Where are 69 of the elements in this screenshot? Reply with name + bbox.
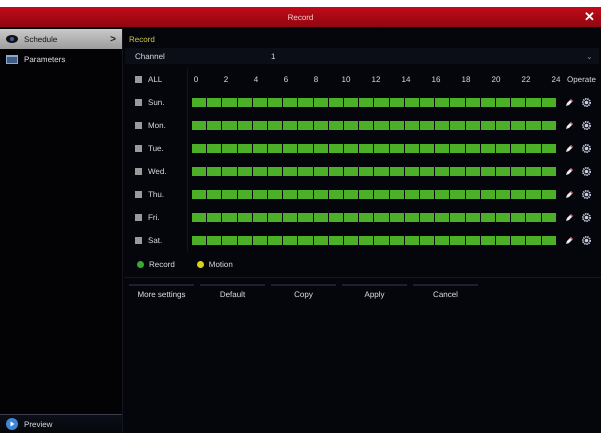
hour-label: 0 xyxy=(194,75,198,84)
checkbox[interactable] xyxy=(135,122,142,129)
hour-label: 12 xyxy=(372,75,380,84)
gear-icon[interactable] xyxy=(582,213,591,222)
eye-icon xyxy=(6,35,18,43)
checkbox[interactable] xyxy=(135,237,142,244)
schedule-bar[interactable] xyxy=(187,206,557,229)
day-label: Sun. xyxy=(148,98,164,107)
pencil-icon[interactable] xyxy=(565,236,574,245)
table-icon xyxy=(6,54,18,64)
hour-label: 6 xyxy=(284,75,288,84)
action-button[interactable]: Cancel xyxy=(413,284,478,302)
all-label: ALL xyxy=(148,75,162,84)
legend-label: Motion xyxy=(208,260,233,269)
channel-dropdown[interactable]: Channel 1 ⌄ xyxy=(125,48,599,64)
action-button[interactable]: More settings xyxy=(129,284,194,302)
day-label: Sat. xyxy=(148,236,162,245)
gear-icon[interactable] xyxy=(582,190,591,199)
schedule-bar[interactable] xyxy=(187,229,557,252)
day-label: Wed. xyxy=(148,167,167,176)
gear-icon[interactable] xyxy=(582,144,591,153)
checkbox[interactable] xyxy=(135,168,142,175)
pencil-icon[interactable] xyxy=(565,190,574,199)
window-title: Record xyxy=(288,12,314,22)
hour-label: 2 xyxy=(224,75,228,84)
hour-label: 10 xyxy=(342,75,350,84)
schedule-bar[interactable] xyxy=(187,160,557,183)
checkbox[interactable] xyxy=(135,99,142,106)
hour-label: 22 xyxy=(522,75,530,84)
preview-button[interactable]: Preview xyxy=(0,414,122,433)
action-button[interactable]: Copy xyxy=(271,284,336,302)
hour-label: 16 xyxy=(432,75,440,84)
hour-label: 20 xyxy=(492,75,500,84)
day-label: Thu. xyxy=(148,190,164,199)
pencil-icon[interactable] xyxy=(565,167,574,176)
legend-label: Record xyxy=(149,260,175,269)
play-icon xyxy=(6,418,18,430)
schedule-bar[interactable] xyxy=(187,183,557,206)
pencil-icon[interactable] xyxy=(565,213,574,222)
gear-icon[interactable] xyxy=(582,98,591,107)
checkbox[interactable] xyxy=(135,214,142,221)
operate-header: Operate xyxy=(567,75,596,84)
sidebar-item[interactable]: Schedule > xyxy=(0,29,122,49)
hour-label: 4 xyxy=(254,75,258,84)
action-button[interactable]: Default xyxy=(200,284,265,302)
action-button[interactable]: Apply xyxy=(342,284,407,302)
hour-label: 8 xyxy=(314,75,318,84)
hour-label: 14 xyxy=(402,75,410,84)
day-label: Fri. xyxy=(148,213,160,222)
schedule-bar[interactable] xyxy=(187,91,557,114)
arrow-icon: > xyxy=(110,34,116,44)
checkbox[interactable] xyxy=(135,76,142,83)
hour-label: 24 xyxy=(552,75,560,84)
checkbox[interactable] xyxy=(135,191,142,198)
schedule-bar[interactable] xyxy=(187,137,557,160)
gear-icon[interactable] xyxy=(582,167,591,176)
hour-label: 18 xyxy=(462,75,470,84)
day-label: Mon. xyxy=(148,121,166,130)
close-button[interactable]: ✕ xyxy=(582,9,597,25)
pencil-icon[interactable] xyxy=(565,98,574,107)
gear-icon[interactable] xyxy=(582,236,591,245)
sidebar-item[interactable]: Parameters xyxy=(0,49,122,69)
day-label: Tue. xyxy=(148,144,164,153)
gear-icon[interactable] xyxy=(582,121,591,130)
schedule-bar[interactable] xyxy=(187,114,557,137)
section-title: Record xyxy=(128,34,156,46)
checkbox[interactable] xyxy=(135,145,142,152)
pencil-icon[interactable] xyxy=(565,121,574,130)
pencil-icon[interactable] xyxy=(565,144,574,153)
